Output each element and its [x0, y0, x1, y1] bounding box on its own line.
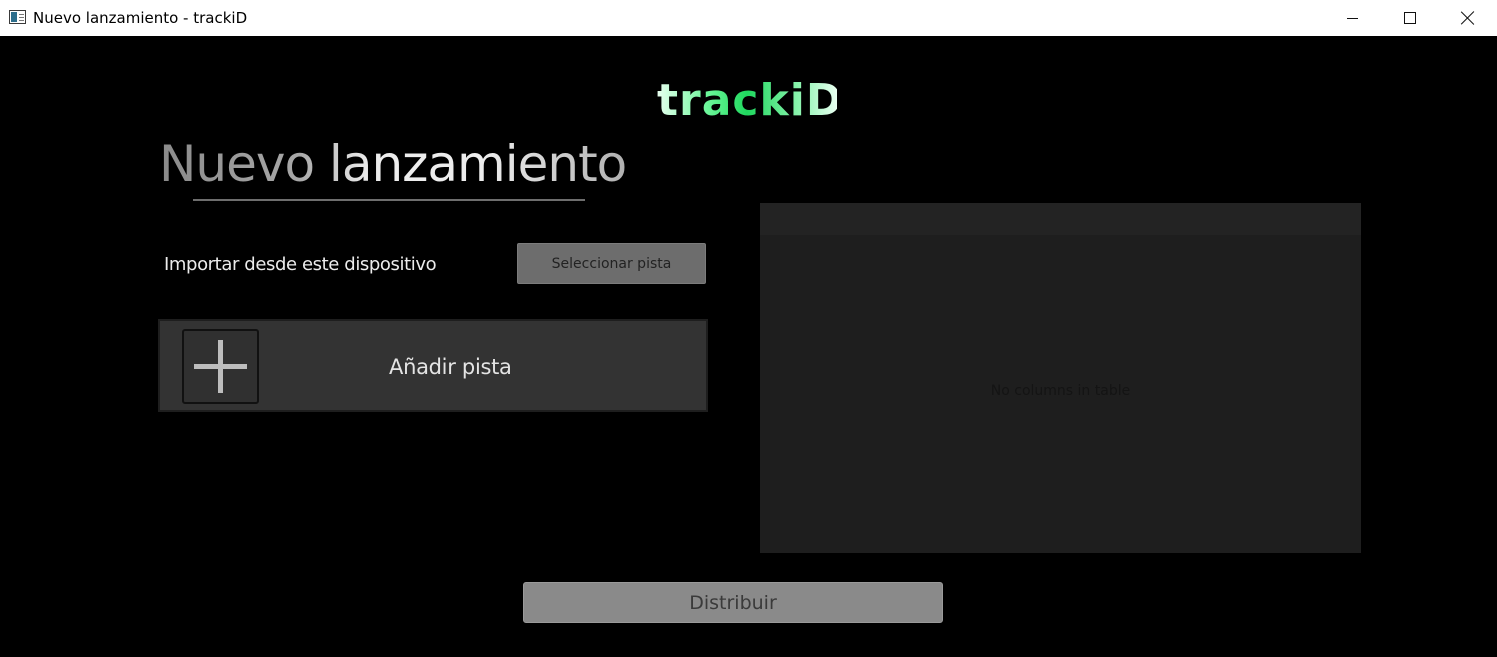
client-area: trackiD Nuevo lanzamiento Importar desde… — [0, 36, 1497, 657]
import-label: Importar desde este dispositivo — [164, 254, 437, 275]
add-track-label: Añadir pista — [389, 355, 512, 379]
title-underline — [193, 199, 585, 201]
tracks-table[interactable]: No columns in table — [760, 203, 1361, 553]
maximize-icon — [1404, 12, 1416, 24]
trackid-logo: trackiD — [657, 75, 844, 126]
table-header — [760, 203, 1361, 235]
table-empty-message: No columns in table — [990, 383, 1131, 399]
maximize-button[interactable] — [1381, 0, 1439, 36]
add-track-button[interactable]: Añadir pista — [158, 319, 708, 412]
page-title: Nuevo lanzamiento — [159, 135, 627, 193]
minimize-icon — [1346, 17, 1358, 19]
plus-icon — [182, 329, 259, 404]
window-title: Nuevo lanzamiento - trackiD — [33, 9, 248, 27]
app-window-icon — [9, 10, 26, 24]
window-titlebar: Nuevo lanzamiento - trackiD — [0, 0, 1497, 36]
close-icon — [1461, 11, 1475, 25]
minimize-button[interactable] — [1323, 0, 1381, 36]
distribute-button[interactable]: Distribuir — [523, 582, 943, 623]
close-button[interactable] — [1439, 0, 1497, 36]
select-track-button[interactable]: Seleccionar pista — [517, 243, 706, 284]
